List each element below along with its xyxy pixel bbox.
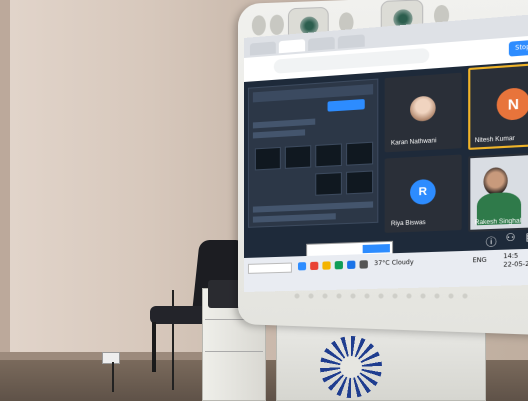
wall-corner bbox=[0, 0, 10, 401]
mini-video-tile bbox=[315, 143, 342, 168]
participant-name: Rakesh Singhal bbox=[474, 218, 522, 227]
speaker-grille bbox=[290, 292, 470, 300]
mini-video-tile bbox=[254, 146, 281, 171]
participant-avatar: R bbox=[410, 178, 436, 205]
shared-panel-button[interactable] bbox=[327, 99, 365, 112]
app-icon[interactable] bbox=[334, 260, 343, 270]
info-icon[interactable]: ⓘ bbox=[486, 233, 497, 249]
mini-video-tile bbox=[315, 172, 342, 196]
clock-date: 22-05-2 bbox=[503, 260, 528, 269]
participants-icon[interactable]: ⚇ bbox=[506, 232, 516, 244]
room-scene: Stop S Karan Nathwani bbox=[0, 0, 528, 401]
participant-photo bbox=[410, 95, 436, 122]
app-icon[interactable] bbox=[310, 261, 319, 271]
language-indicator[interactable]: ENG bbox=[473, 257, 487, 265]
browser-tab[interactable] bbox=[308, 36, 335, 52]
notification-button[interactable] bbox=[362, 244, 390, 254]
participant-video-face bbox=[483, 166, 508, 196]
shared-screen-panel bbox=[247, 78, 379, 228]
mini-video-tile bbox=[346, 141, 374, 166]
browser-tab[interactable] bbox=[278, 39, 306, 54]
participant-tile-active[interactable]: N Nitesh Kumar bbox=[468, 61, 528, 150]
chair-leg bbox=[152, 322, 156, 372]
mini-video-tile bbox=[284, 145, 312, 169]
weather-widget[interactable]: 37°C Cloudy bbox=[374, 259, 414, 267]
participant-tile[interactable]: R Riya Biswas bbox=[384, 154, 462, 233]
logo-icon bbox=[320, 336, 382, 398]
system-clock[interactable]: 14:5 22-05-2 bbox=[503, 252, 528, 270]
power-cable bbox=[172, 290, 174, 390]
participant-avatar: N bbox=[496, 87, 528, 121]
taskbar-apps bbox=[297, 260, 368, 271]
browser-tab[interactable] bbox=[337, 34, 365, 49]
participant-tile[interactable]: Rakesh Singhal bbox=[468, 151, 528, 232]
browser-tab[interactable] bbox=[249, 41, 276, 56]
power-cable bbox=[112, 362, 114, 392]
app-icon[interactable] bbox=[297, 262, 307, 271]
participant-tile[interactable]: Karan Nathwani bbox=[384, 72, 462, 153]
participant-name: Riya Biswas bbox=[390, 219, 426, 228]
power-socket bbox=[102, 352, 120, 364]
participant-name: Karan Nathwani bbox=[390, 138, 437, 147]
meeting-area: Karan Nathwani N Nitesh Kumar R Riya Bis… bbox=[244, 59, 528, 258]
mini-video-tile bbox=[346, 170, 374, 195]
taskbar-search[interactable] bbox=[247, 262, 292, 274]
display-screen: Stop S Karan Nathwani bbox=[244, 12, 528, 292]
stop-share-button[interactable]: Stop S bbox=[508, 39, 528, 57]
participant-name: Nitesh Kumar bbox=[474, 135, 515, 145]
app-icon[interactable] bbox=[322, 261, 331, 270]
app-icon[interactable] bbox=[347, 260, 356, 270]
app-icon[interactable] bbox=[359, 260, 368, 269]
